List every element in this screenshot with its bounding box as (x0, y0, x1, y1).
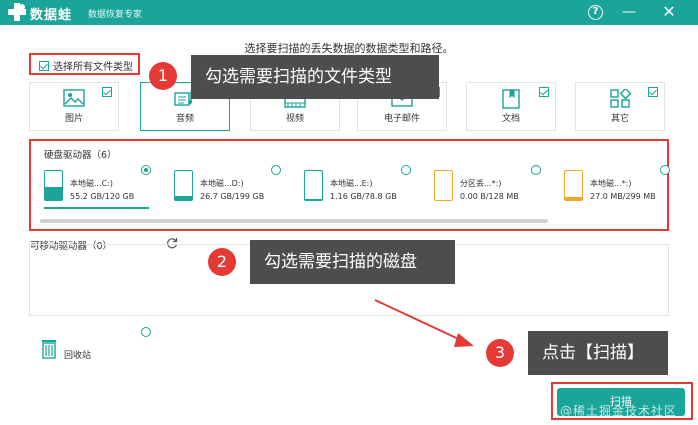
watermark: @稀土掘金技术社区 (560, 404, 678, 418)
help-button[interactable]: ? (588, 5, 603, 20)
drive-name: 本地磁...D:) (200, 179, 244, 188)
drive-c[interactable]: 本地磁...C:) 55.2 GB/120 GB (44, 166, 154, 209)
drive-name: 分区丢...*:) (460, 179, 502, 188)
minimize-button[interactable]: — (620, 3, 638, 21)
disk-icon (44, 170, 63, 201)
other-checkbox[interactable] (648, 87, 658, 97)
file-type-other[interactable]: 其它 (575, 82, 665, 131)
trash-icon[interactable] (40, 339, 58, 359)
callout-text: 勾选需要扫描的磁盘 (264, 252, 417, 272)
other-icon (610, 89, 631, 108)
drive-scrollbar[interactable] (40, 219, 548, 223)
app-logo-icon (8, 3, 26, 21)
callout-2: 勾选需要扫描的磁盘 (250, 240, 455, 284)
file-type-label: 音频 (175, 114, 194, 124)
file-type-document[interactable]: 文档 (466, 82, 556, 131)
image-checkbox[interactable] (102, 87, 112, 97)
disk-icon (174, 170, 193, 201)
disk-icon (564, 170, 583, 201)
step-2-badge: 2 (208, 248, 236, 276)
document-checkbox[interactable] (539, 87, 549, 97)
file-type-label: 电子邮件 (383, 114, 420, 124)
drive-local-star-radio[interactable] (660, 165, 670, 175)
drive-name: 本地磁...C:) (70, 179, 114, 188)
disk-icon (304, 170, 323, 201)
recycle-label: 回收站 (64, 351, 92, 361)
select-all-label: 选择所有文件类型 (53, 62, 133, 73)
file-type-label: 其它 (610, 114, 629, 124)
drive-lost-partition-radio[interactable] (531, 165, 541, 175)
drive-e-radio[interactable] (401, 165, 411, 175)
drive-d-radio[interactable] (271, 165, 281, 175)
drive-size: 1.16 GB/78.8 GB (330, 192, 397, 201)
document-icon (502, 89, 520, 109)
step-3-badge: 3 (486, 339, 514, 367)
drive-size: 27.0 MB/299 MB (590, 192, 656, 201)
callout-text: 点击【扫描】 (542, 343, 644, 363)
selected-indicator (44, 207, 149, 209)
image-icon (63, 89, 85, 107)
callout-1: 勾选需要扫描的文件类型 (191, 55, 439, 99)
drive-size: 0.00 B/128 MB (460, 192, 519, 201)
drive-local-star[interactable]: 本地磁...*:) 27.0 MB/299 MB (564, 166, 674, 206)
checkbox-checked-icon[interactable] (39, 60, 49, 71)
drive-lost-partition[interactable]: 分区丢...*:) 0.00 B/128 MB (434, 166, 544, 206)
step-1-badge: 1 (149, 62, 177, 90)
select-all-checkbox[interactable]: 选择所有文件类型 (29, 53, 140, 75)
close-button[interactable]: ✕ (660, 3, 678, 21)
drive-e[interactable]: 本地磁...E:) 1.16 GB/78.8 GB (304, 166, 414, 206)
drive-name: 本地磁...*:) (590, 179, 632, 188)
recycle-radio[interactable] (141, 327, 151, 337)
arrow-icon (374, 299, 474, 347)
app-brand: 数据蛙 (30, 8, 73, 23)
file-type-label: 视频 (285, 114, 304, 124)
file-type-image[interactable]: 图片 (29, 82, 119, 131)
callout-text: 勾选需要扫描的文件类型 (205, 67, 392, 87)
file-type-label: 图片 (64, 114, 83, 124)
callout-3: 点击【扫描】 (528, 331, 668, 375)
file-type-label: 文档 (501, 114, 520, 124)
drive-size: 26.7 GB/199 GB (200, 192, 265, 201)
drive-size: 55.2 GB/120 GB (70, 192, 135, 201)
drive-c-radio[interactable] (141, 165, 151, 175)
title-bar: 数据蛙 数据恢复专家 ? — ✕ (0, 0, 698, 25)
drive-d[interactable]: 本地磁...D:) 26.7 GB/199 GB (174, 166, 284, 206)
app-subtitle: 数据恢复专家 (88, 10, 143, 20)
disk-icon (434, 170, 453, 201)
hard-drive-title: 硬盘驱动器（6） (44, 150, 117, 161)
drive-name: 本地磁...E:) (330, 179, 373, 188)
